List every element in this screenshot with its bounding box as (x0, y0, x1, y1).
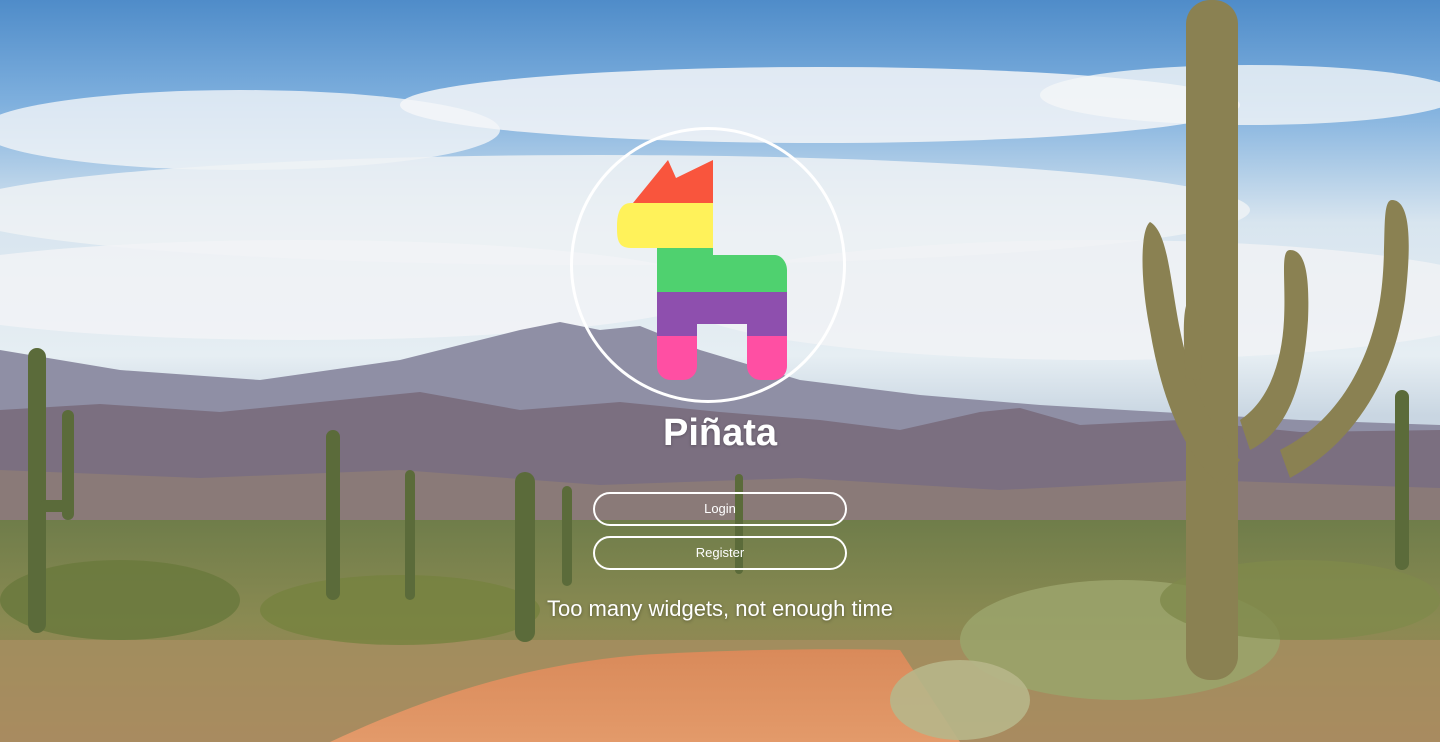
logo-badge (570, 127, 846, 403)
login-button[interactable]: Login (593, 492, 847, 526)
app-title: Piñata (662, 412, 778, 454)
logo-ears (633, 160, 713, 203)
logo-head (617, 203, 713, 248)
logo-belly (657, 292, 787, 336)
tagline: Too many widgets, not enough time (546, 596, 894, 621)
pinata-llama-icon (617, 160, 787, 380)
register-button[interactable]: Register (593, 536, 847, 570)
logo-leg-right (747, 336, 787, 380)
logo-body (657, 248, 787, 292)
logo-leg-left (657, 336, 697, 380)
